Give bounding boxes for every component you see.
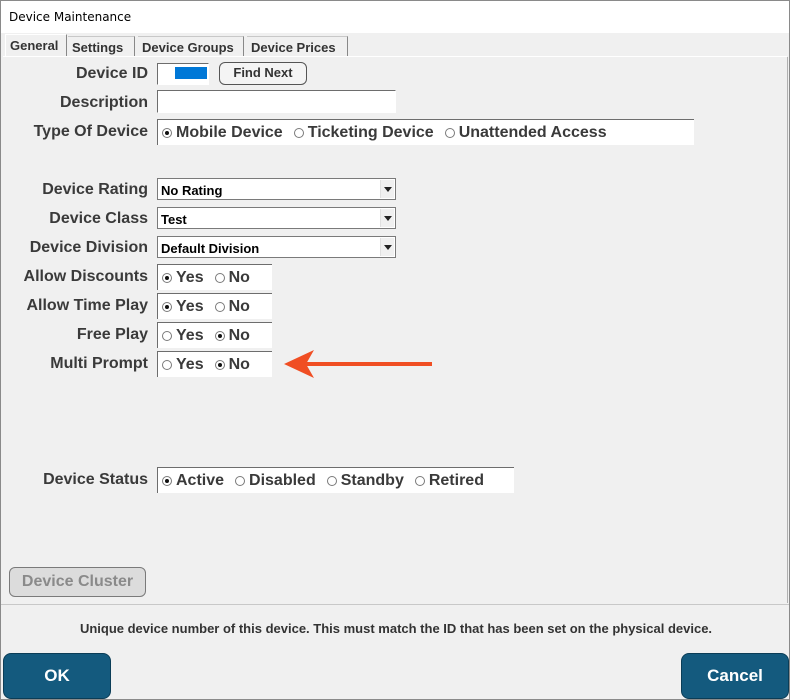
tab-settings[interactable]: Settings [68, 36, 135, 56]
status-disabled-option[interactable]: Disabled [235, 472, 316, 490]
type-of-device-label: Type Of Device [33, 123, 148, 140]
chevron-down-icon[interactable] [380, 209, 394, 227]
description-input[interactable] [157, 90, 396, 113]
device-cluster-button[interactable]: Device Cluster [9, 567, 146, 597]
allow-discounts-label: Allow Discounts [23, 268, 148, 285]
multi-prompt-group: Yes No [157, 351, 272, 377]
description-label: Description [59, 94, 148, 111]
allow-discounts-yes-option[interactable]: Yes [162, 269, 204, 287]
find-next-button[interactable]: Find Next [219, 62, 307, 85]
status-disabled-label: Disabled [249, 471, 316, 489]
multi-prompt-no-option[interactable]: No [214, 355, 250, 374]
device-division-label: Device Division [29, 239, 148, 256]
device-id-label: Device ID [75, 65, 148, 82]
type-of-device-group: Mobile Device Ticketing Device Unattende… [157, 119, 694, 145]
status-hint: Unique device number of this device. Thi… [79, 621, 713, 636]
status-disabled-radio[interactable] [235, 475, 246, 486]
window-title: Device Maintenance [9, 10, 132, 24]
allow-discounts-yes-radio[interactable] [162, 272, 172, 283]
status-active-option[interactable]: Active [162, 472, 224, 490]
allow-time-play-group: Yes No [157, 293, 272, 319]
cancel-button[interactable]: Cancel [681, 653, 789, 699]
mobile-device-radio[interactable] [162, 127, 172, 138]
free-play-yes-option[interactable]: Yes [162, 327, 204, 345]
allow-time-play-no-option[interactable]: No [214, 297, 250, 316]
status-standby-option[interactable]: Standby [326, 471, 404, 490]
type-mobile-device-option[interactable]: Mobile Device [162, 124, 283, 142]
allow-discounts-no-label: No [228, 268, 250, 286]
free-play-no-radio[interactable] [214, 330, 225, 341]
status-standby-label: Standby [340, 471, 404, 489]
free-play-label: Free Play [76, 326, 148, 343]
tab-device-prices[interactable]: Device Prices [247, 36, 348, 56]
free-play-group: Yes No [157, 322, 272, 348]
chevron-down-icon[interactable] [380, 180, 394, 198]
free-play-yes-radio[interactable] [162, 330, 172, 341]
device-id-selection [175, 67, 207, 79]
type-unattended-access-option[interactable]: Unattended Access [444, 123, 607, 142]
allow-time-play-no-label: No [228, 297, 250, 315]
device-rating-label: Device Rating [42, 181, 148, 198]
ok-button[interactable]: OK [3, 653, 111, 699]
allow-time-play-yes-label: Yes [176, 297, 204, 315]
device-class-select[interactable]: Test [157, 207, 396, 229]
multi-prompt-label: Multi Prompt [50, 355, 148, 372]
general-panel: Device ID Find Next Description Type Of … [2, 57, 788, 603]
allow-discounts-group: Yes No [157, 264, 272, 290]
status-active-radio[interactable] [162, 475, 172, 486]
allow-discounts-no-radio[interactable] [214, 272, 225, 283]
unattended-access-radio[interactable] [444, 127, 455, 138]
multi-prompt-yes-radio[interactable] [162, 359, 172, 370]
device-rating-select[interactable]: No Rating [157, 178, 396, 200]
free-play-yes-label: Yes [176, 326, 204, 344]
status-retired-label: Retired [428, 471, 484, 489]
multi-prompt-no-radio[interactable] [214, 359, 225, 370]
multi-prompt-yes-label: Yes [176, 355, 204, 373]
type-ticketing-device-option[interactable]: Ticketing Device [293, 123, 434, 142]
allow-time-play-yes-radio[interactable] [162, 301, 172, 312]
device-status-group: Active Disabled Standby Retired [157, 467, 514, 493]
arrow-left-icon [284, 350, 432, 378]
allow-time-play-yes-option[interactable]: Yes [162, 298, 204, 316]
allow-discounts-yes-label: Yes [176, 268, 204, 286]
device-id-input[interactable] [157, 63, 209, 85]
chevron-down-icon[interactable] [380, 238, 394, 256]
device-maintenance-window: Device Maintenance General Settings Devi… [0, 0, 790, 700]
device-rating-value: No Rating [161, 183, 223, 198]
free-play-no-option[interactable]: No [214, 326, 250, 345]
multi-prompt-no-label: No [228, 355, 250, 373]
unattended-access-label: Unattended Access [458, 123, 607, 141]
device-division-select[interactable]: Default Division [157, 236, 396, 258]
device-class-value: Test [161, 212, 187, 227]
device-class-label: Device Class [49, 210, 148, 227]
tab-general[interactable]: General [5, 34, 67, 57]
device-division-value: Default Division [161, 241, 260, 256]
device-status-label: Device Status [43, 471, 148, 488]
multi-prompt-yes-option[interactable]: Yes [162, 356, 204, 374]
allow-discounts-no-option[interactable]: No [214, 268, 250, 287]
title-bar: Device Maintenance [1, 1, 789, 33]
status-active-label: Active [176, 471, 225, 489]
allow-time-play-no-radio[interactable] [214, 301, 225, 312]
allow-time-play-label: Allow Time Play [26, 297, 148, 314]
tab-device-groups[interactable]: Device Groups [138, 36, 244, 56]
status-standby-radio[interactable] [326, 475, 337, 486]
status-divider [1, 604, 789, 605]
mobile-device-label: Mobile Device [176, 123, 283, 141]
free-play-no-label: No [228, 326, 250, 344]
status-retired-option[interactable]: Retired [414, 471, 484, 490]
status-retired-radio[interactable] [414, 475, 425, 486]
ticketing-device-label: Ticketing Device [307, 123, 434, 141]
ticketing-device-radio[interactable] [293, 127, 304, 138]
